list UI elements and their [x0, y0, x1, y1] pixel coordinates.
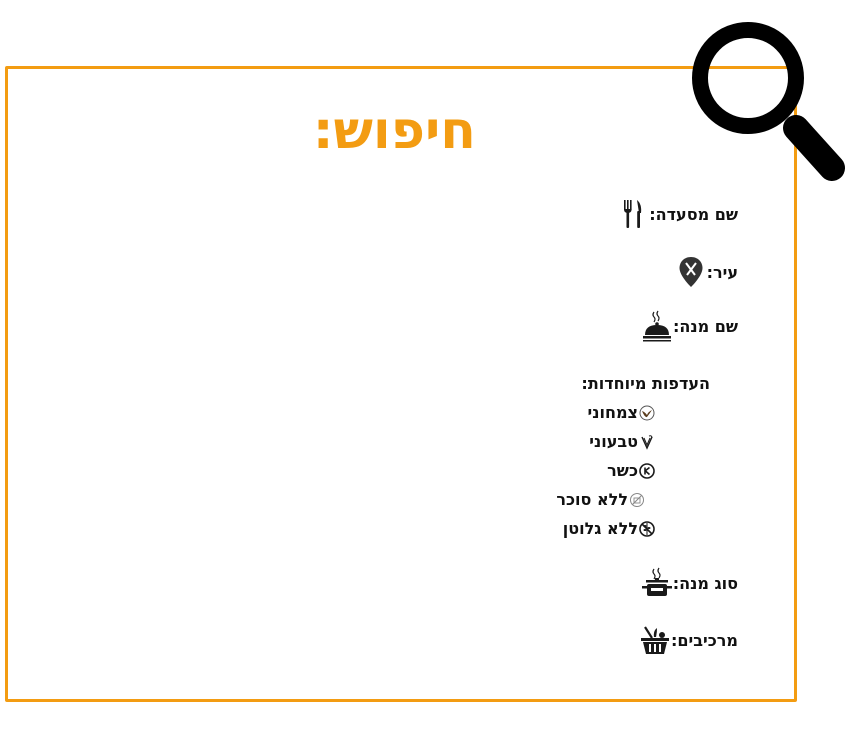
dish-type-label: סוג מנה: — [672, 573, 738, 593]
no-sugar-icon — [628, 491, 646, 509]
vegan-icon — [638, 433, 656, 451]
magnifier-icon — [692, 22, 845, 181]
pref-no-sugar-label: ללא סוכר — [556, 490, 628, 509]
pref-vegan-label: טבעוני — [589, 432, 638, 451]
dish-type-field[interactable]: סוג מנה: — [641, 567, 744, 599]
pref-kosher-label: כשר — [607, 461, 638, 480]
cooking-pot-icon — [641, 567, 673, 599]
restaurant-name-label: שם מסעדה: — [649, 204, 738, 224]
city-label: עיר: — [706, 262, 738, 282]
pref-no-sugar[interactable]: ללא סוכר — [556, 490, 662, 509]
pref-vegan[interactable]: טבעוני — [589, 432, 662, 451]
ingredients-field[interactable]: מרכיבים: — [639, 624, 744, 656]
pref-vegetarian[interactable]: צמחוני — [588, 403, 662, 422]
no-gluten-icon — [638, 520, 656, 538]
serving-dish-icon — [641, 310, 673, 342]
page-title: חיפוש: — [312, 101, 476, 161]
fork-knife-icon — [617, 198, 649, 230]
kosher-icon — [638, 462, 656, 480]
pref-vegetarian-label: צמחוני — [587, 403, 638, 422]
basket-icon — [639, 624, 671, 656]
city-field[interactable]: עיר: — [675, 256, 744, 288]
pref-kosher[interactable]: כשר — [607, 461, 662, 480]
dish-name-field[interactable]: שם מנה: — [641, 310, 744, 342]
pref-no-gluten-label: ללא גלוטן — [562, 519, 638, 538]
restaurant-name-field[interactable]: שם מסעדה: — [617, 198, 744, 230]
ingredients-label: מרכיבים: — [671, 630, 738, 650]
location-pin-icon — [675, 256, 707, 288]
dish-name-label: שם מנה: — [672, 316, 738, 336]
preferences-heading: העדפות מיוחדות: — [581, 374, 710, 393]
pref-no-gluten[interactable]: ללא גלוטן — [563, 519, 662, 538]
vegetarian-icon — [638, 404, 656, 422]
